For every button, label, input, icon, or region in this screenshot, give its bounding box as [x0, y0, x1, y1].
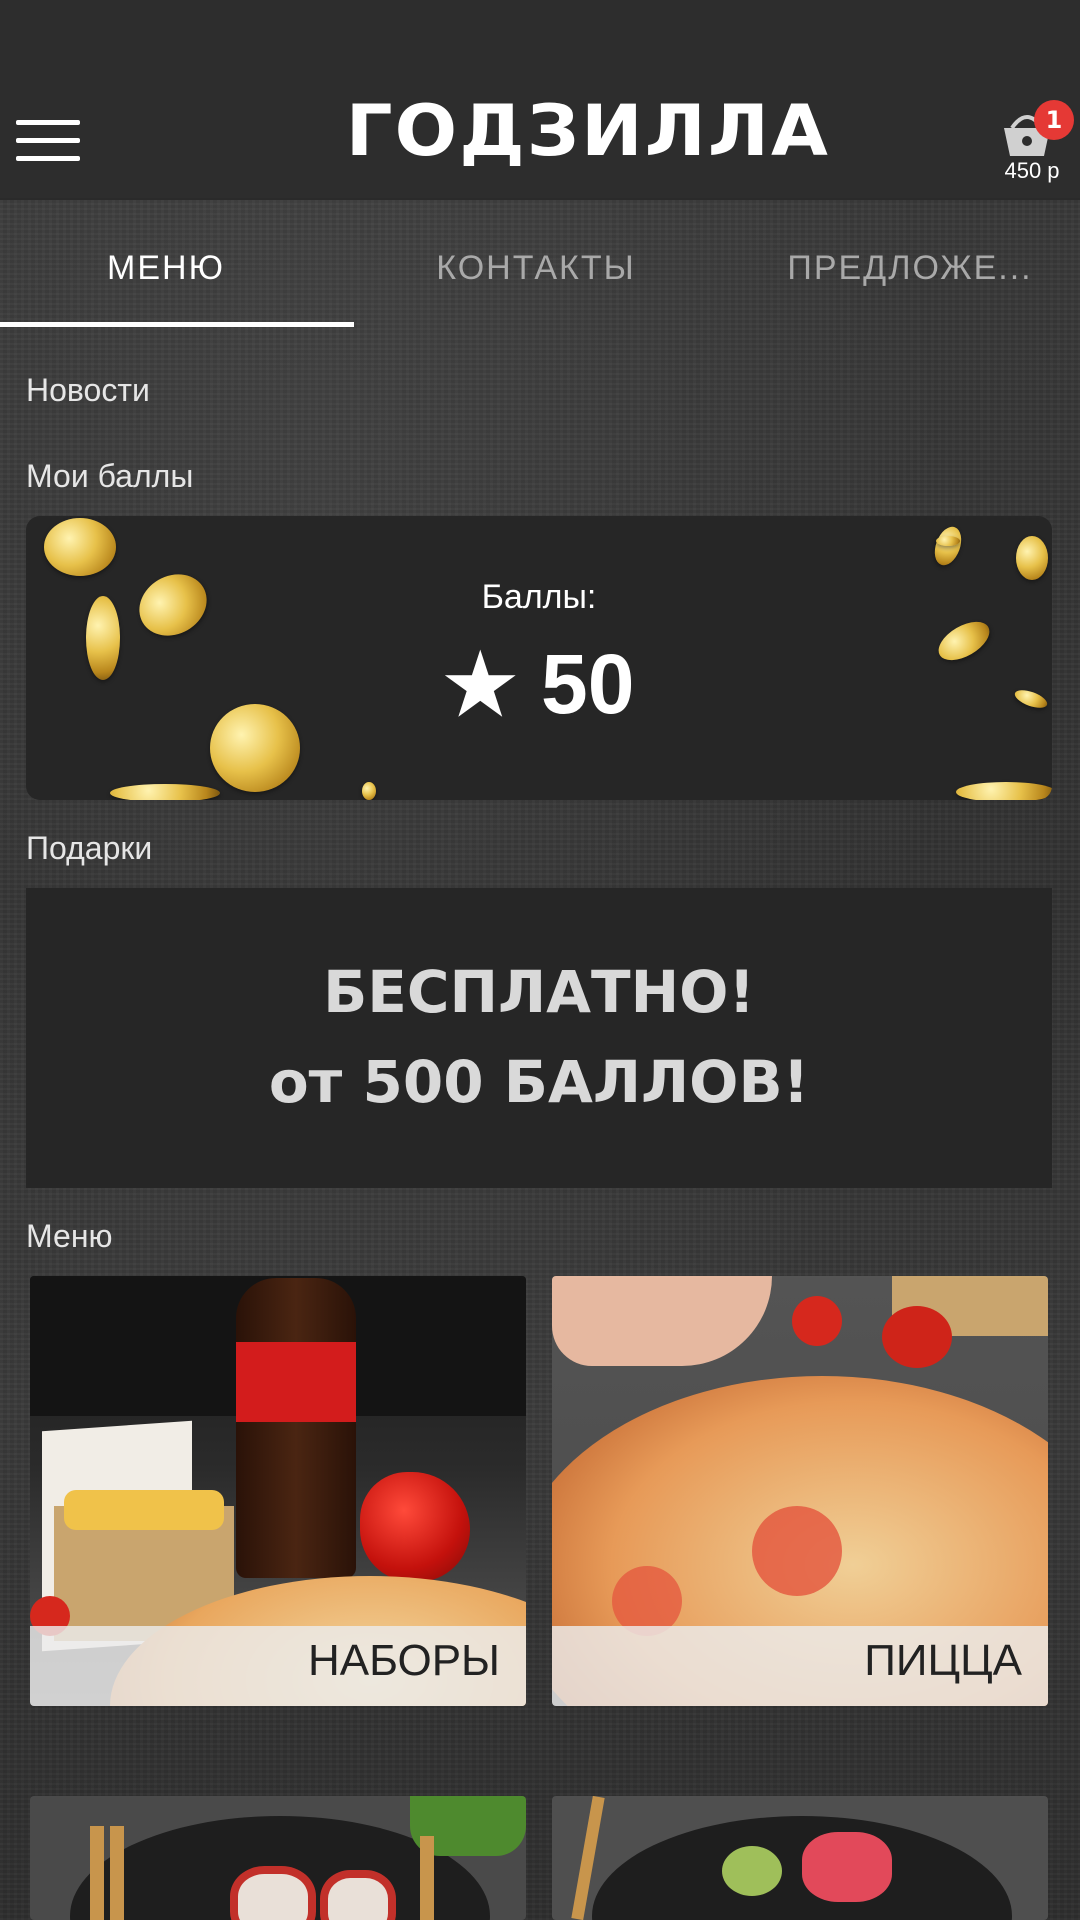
points-value: 50 — [541, 637, 635, 731]
menu-category-rolls[interactable] — [30, 1796, 526, 1920]
sushi-roll — [320, 1870, 396, 1920]
ginger — [802, 1832, 892, 1902]
active-tab-indicator — [0, 322, 354, 327]
sushi-roll — [230, 1866, 316, 1920]
menu-category-label: ПИЦЦА — [864, 1636, 1022, 1685]
menu-category-label: НАБОРЫ — [307, 1636, 500, 1685]
menu-category-sets[interactable]: НАБОРЫ — [30, 1276, 526, 1706]
tomato — [792, 1296, 842, 1346]
card-label-bar: ПИЦЦА — [552, 1626, 1048, 1706]
points-card[interactable]: Баллы: ★ 50 — [26, 516, 1052, 800]
coin-decoration — [929, 523, 967, 569]
gifts-section-title: Подарки — [26, 830, 153, 866]
cola-bottle — [236, 1278, 356, 1578]
tab-menu[interactable]: МЕНЮ — [0, 238, 332, 298]
gift-banner[interactable]: БЕСПЛАТНО! от 500 БАЛЛОВ! — [26, 888, 1052, 1188]
menu-category-pizza[interactable]: ПИЦЦА — [552, 1276, 1048, 1706]
points-label: Баллы: — [481, 578, 597, 616]
tab-contacts[interactable]: КОНТАКТЫ — [360, 238, 712, 298]
tab-offers[interactable]: ПРЕДЛОЖЕ... — [740, 238, 1080, 298]
gift-line-2: от 500 БАЛЛОВ! — [268, 1048, 810, 1116]
cart-total: 450 р — [1004, 158, 1060, 183]
coin-decoration — [936, 536, 960, 546]
hand — [552, 1276, 772, 1366]
card-label-bar: НАБОРЫ — [30, 1626, 526, 1706]
fries — [64, 1490, 224, 1530]
star-icon: ★ — [443, 640, 518, 731]
gift-line-1: БЕСПЛАТНО! — [323, 958, 755, 1026]
coin-decoration — [110, 784, 220, 800]
app-header: ГОДЗИЛЛА 1 450 р — [0, 0, 1080, 198]
cart-count-badge: 1 — [1034, 100, 1074, 140]
chopstick — [110, 1826, 124, 1920]
menu-category-sushi[interactable] — [552, 1796, 1048, 1920]
coin-decoration — [956, 782, 1052, 800]
red-pepper — [360, 1472, 470, 1582]
wasabi — [722, 1846, 782, 1896]
tomato — [882, 1306, 952, 1368]
coin-decoration — [362, 782, 376, 800]
chopstick — [420, 1836, 434, 1920]
chopstick — [90, 1826, 104, 1920]
points-value-row: ★ 50 — [26, 634, 1052, 736]
hamburger-menu-icon[interactable] — [16, 118, 80, 164]
coin-decoration — [44, 518, 116, 576]
news-section-title[interactable]: Новости — [26, 372, 150, 409]
tab-bar: МЕНЮ КОНТАКТЫ ПРЕДЛОЖЕ... — [0, 200, 1080, 328]
menu-section-title: Меню — [26, 1218, 113, 1254]
cola-label — [236, 1342, 356, 1422]
salami-slice — [752, 1506, 842, 1596]
cart-button[interactable]: 1 450 р — [990, 100, 1074, 190]
points-section-title: Мои баллы — [26, 458, 194, 494]
app-logo: ГОДЗИЛЛА — [345, 90, 831, 172]
coin-decoration — [1016, 536, 1048, 580]
